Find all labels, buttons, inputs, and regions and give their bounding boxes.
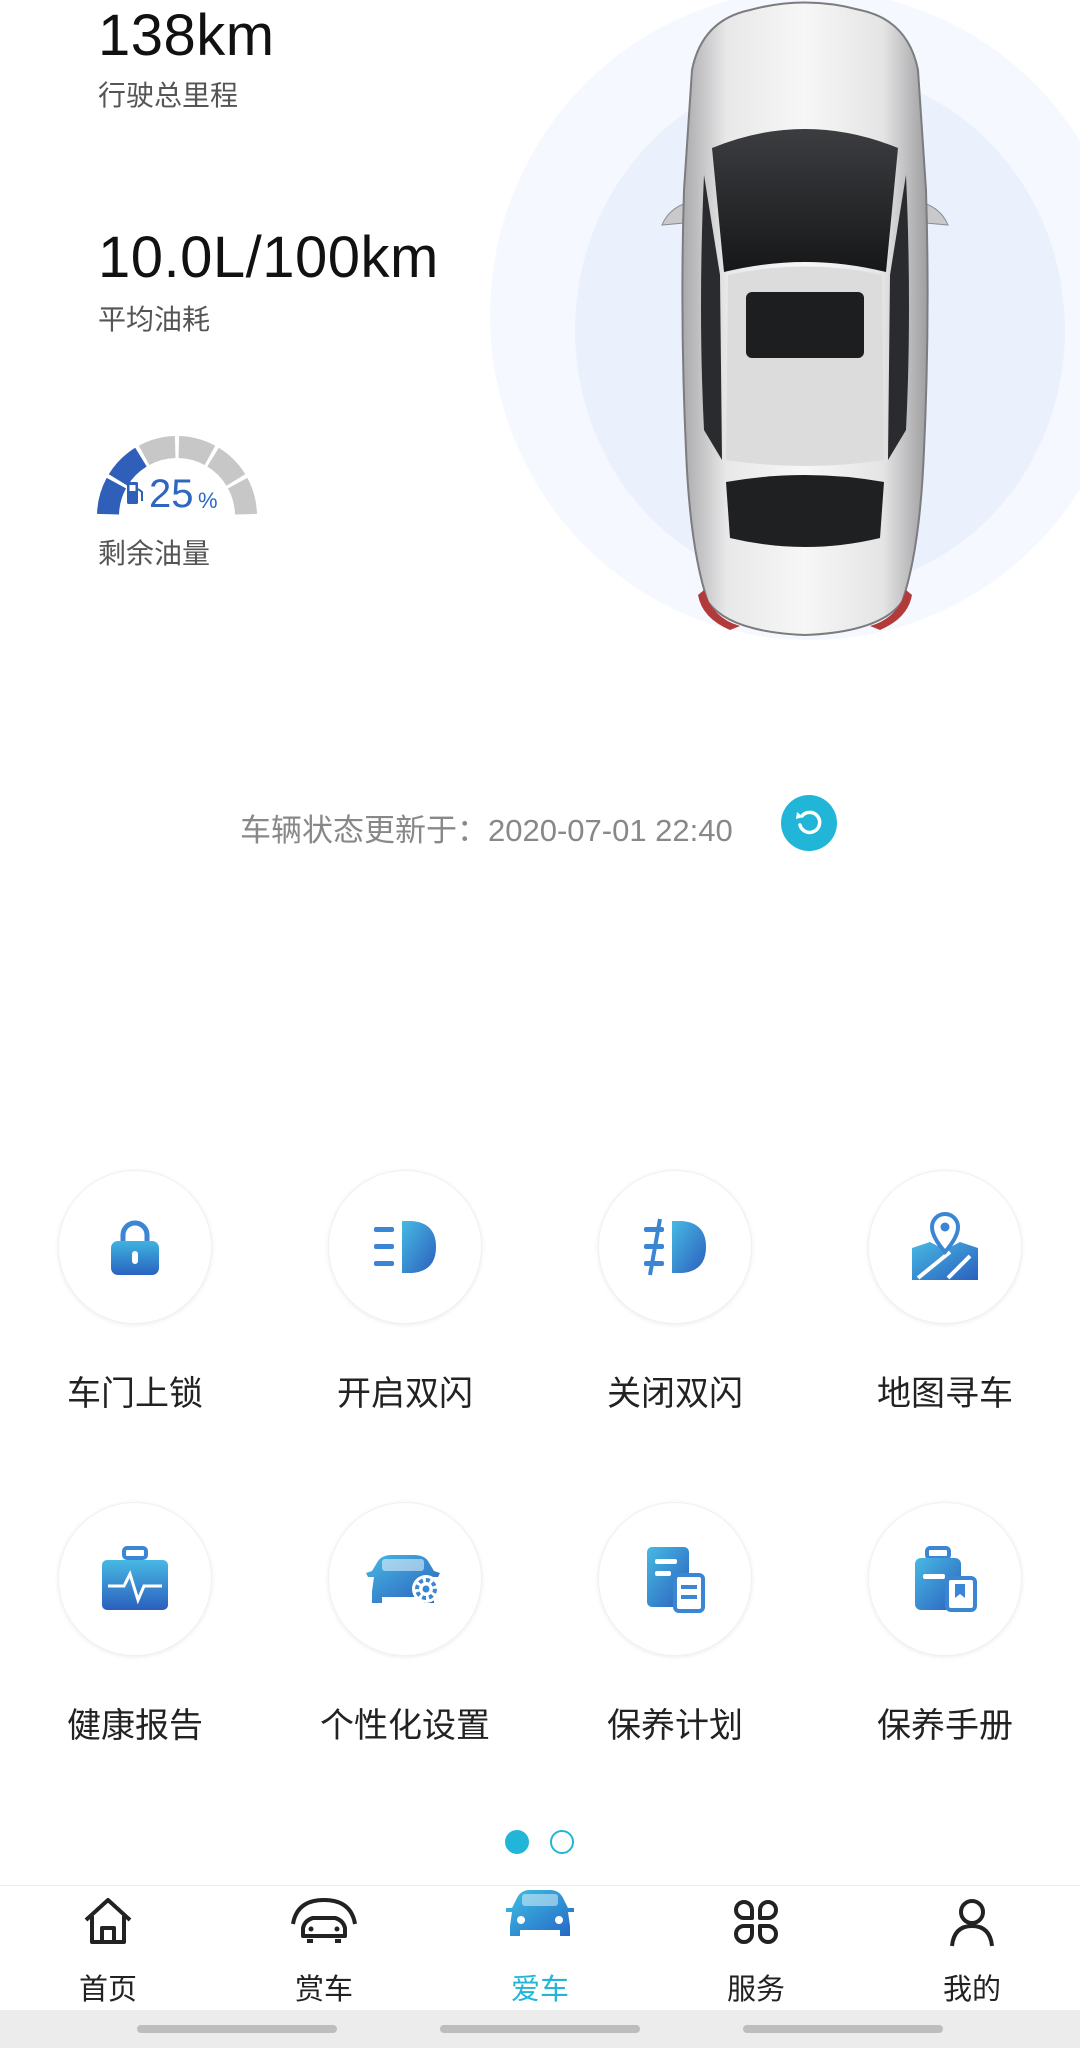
action-hazard-on[interactable]: 开启双闪 [305, 1170, 505, 1415]
nav-label-services: 服务 [726, 1974, 785, 2006]
mileage-value: 138km [98, 3, 275, 68]
car-outline-icon [291, 1897, 357, 1943]
action-label: 保养手册 [877, 1707, 1013, 1745]
refresh-icon [796, 810, 822, 835]
car-display [490, 0, 1080, 650]
car-top-view [661, 1, 949, 637]
nav-label-my-car: 爱车 [510, 1974, 569, 2006]
system-pill [440, 2025, 640, 2033]
map-pin-icon [912, 1212, 978, 1280]
health-report-icon [102, 1546, 168, 1610]
maintenance-manual-icon [915, 1546, 977, 1612]
action-maintenance-manual-circle[interactable] [868, 1502, 1022, 1656]
action-maintenance-plan-circle[interactable] [598, 1502, 752, 1656]
action-personalization-circle[interactable] [328, 1502, 482, 1656]
maintenance-plan-icon [647, 1547, 705, 1613]
action-lock-doors[interactable]: 车门上锁 [35, 1170, 235, 1415]
action-label: 关闭双闪 [607, 1375, 743, 1413]
fuel-level-label: 剩余油量 [98, 538, 211, 569]
system-navigation-bar [0, 2010, 1080, 2048]
action-label: 健康报告 [67, 1707, 203, 1745]
status-update-time: 车辆状态更新于：2020-07-01 22:40 [240, 813, 733, 848]
hazard-lights-on-icon [374, 1221, 436, 1273]
home-icon [84, 1898, 132, 1944]
gauge-segment-empty [207, 447, 246, 486]
action-label: 车门上锁 [67, 1375, 203, 1413]
action-label: 保养计划 [607, 1707, 743, 1745]
system-pill [743, 2025, 943, 2033]
fuel-consumption-label: 平均油耗 [98, 304, 211, 335]
fuel-gauge: 25 % [95, 432, 260, 524]
action-find-car-circle[interactable] [868, 1170, 1022, 1324]
gauge-segment-empty [138, 436, 176, 466]
refresh-button[interactable] [781, 795, 837, 851]
mileage-label: 行驶总里程 [98, 80, 239, 111]
nav-label-profile: 我的 [942, 1974, 1001, 2006]
action-hazard-off-circle[interactable] [598, 1170, 752, 1324]
hazard-lights-off-icon [644, 1218, 706, 1276]
pager-dot-active[interactable] [505, 1830, 529, 1854]
action-health-report[interactable]: 健康报告 [35, 1502, 235, 1747]
action-health-report-circle[interactable] [58, 1502, 212, 1656]
action-hazard-on-circle[interactable] [328, 1170, 482, 1324]
car-settings-icon [366, 1555, 440, 1603]
nav-item-services[interactable]: 服务 [648, 1886, 864, 2011]
fuel-level-value: 25 [149, 472, 194, 516]
fuel-consumption-value: 10.0L/100km [98, 225, 439, 290]
profile-icon [950, 1899, 994, 1947]
action-label: 个性化设置 [320, 1707, 490, 1745]
action-find-car[interactable]: 地图寻车 [845, 1170, 1045, 1415]
fuel-pump-icon [125, 480, 145, 511]
nav-label-home: 首页 [78, 1974, 137, 2006]
action-maintenance-manual[interactable]: 保养手册 [845, 1502, 1045, 1747]
action-label: 地图寻车 [877, 1375, 1013, 1413]
nav-item-showcase[interactable]: 赏车 [216, 1886, 432, 2011]
gauge-segment-empty [178, 436, 216, 466]
nav-item-my-car[interactable]: 爱车 [432, 1886, 648, 2011]
fuel-level-unit: % [198, 488, 218, 513]
action-hazard-off[interactable]: 关闭双闪 [575, 1170, 775, 1415]
gauge-segment-filled [97, 477, 127, 515]
action-lock-circle[interactable] [58, 1170, 212, 1324]
pager-dot[interactable] [550, 1830, 574, 1854]
bottom-navigation: 首页 赏车 爱车 服务 我的 [0, 1885, 1080, 2011]
action-label: 开启双闪 [337, 1375, 473, 1413]
nav-item-home[interactable]: 首页 [0, 1886, 216, 2011]
action-personalization[interactable]: 个性化设置 [305, 1502, 505, 1747]
nav-label-showcase: 赏车 [294, 1974, 353, 2006]
gauge-segment-empty [227, 477, 257, 515]
services-grid-icon [734, 1900, 778, 1944]
lock-icon [111, 1220, 159, 1275]
action-maintenance-plan[interactable]: 保养计划 [575, 1502, 775, 1747]
car-filled-icon [506, 1890, 574, 1936]
nav-item-profile[interactable]: 我的 [864, 1886, 1080, 2011]
system-pill [137, 2025, 337, 2033]
